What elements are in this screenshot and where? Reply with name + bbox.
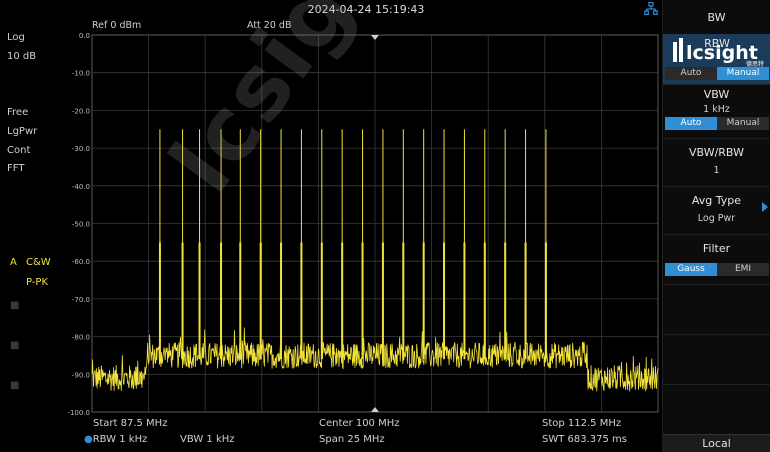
brand-logo: lcsight 德思特 <box>670 36 770 68</box>
filter-softkey[interactable]: Filter Gauss EMI <box>663 234 770 284</box>
local-button[interactable]: Local <box>663 434 770 452</box>
vbw-manual-option[interactable]: Manual <box>717 117 769 130</box>
avg-type-value: Log Pwr <box>697 213 736 224</box>
sweep-time[interactable]: SWT 683.375 ms <box>542 434 627 445</box>
empty-softkey-3[interactable] <box>663 384 770 434</box>
avg-type-label: Avg Type <box>691 194 742 207</box>
vbw-rbw-softkey[interactable]: VBW/RBW 1 <box>663 138 770 186</box>
center-freq[interactable]: Center 100 MHz <box>319 418 400 429</box>
y-tick-label: 0.0 <box>79 32 90 40</box>
y-tick-label: -70.0 <box>72 296 90 304</box>
y-tick-label: -80.0 <box>72 334 90 342</box>
start-freq[interactable]: Start 87.5 MHz <box>93 418 167 429</box>
spectrum-display[interactable]: 0.0 -10.0 -20.0 -30.0 -40.0 -50.0 -60.0 -70.0 -8… <box>0 20 662 452</box>
logo-mark-icon: lcsight 德思特 <box>673 38 764 68</box>
filter-toggle[interactable]: Gauss EMI <box>665 263 769 276</box>
vbw-label: VBW <box>703 88 730 101</box>
rbw-manual-option[interactable]: Manual <box>717 67 769 80</box>
vbw-readout[interactable]: VBW 1 kHz <box>180 434 235 445</box>
y-tick-label: -40.0 <box>72 183 90 191</box>
vbw-value: 1 kHz <box>703 104 730 115</box>
ratio-value: 1 <box>713 165 720 176</box>
y-tick-label: -30.0 <box>72 145 90 153</box>
rbw-readout[interactable]: ●RBW 1 kHz <box>84 434 147 445</box>
y-tick-label: -60.0 <box>72 258 90 266</box>
y-tick-label: -20.0 <box>72 107 90 115</box>
menu-title: BW <box>707 11 726 24</box>
empty-softkey-2[interactable] <box>663 334 770 384</box>
y-tick-label: -90.0 <box>72 371 90 379</box>
vbw-softkey[interactable]: VBW 1 kHz Auto Manual <box>663 84 770 138</box>
ratio-label: VBW/RBW <box>689 146 744 159</box>
y-tick-label: -50.0 <box>72 221 90 229</box>
y-tick-label: -100.0 <box>67 409 90 417</box>
submenu-arrow-icon <box>762 202 768 212</box>
y-tick-label: -10.0 <box>72 70 90 78</box>
filter-emi-option[interactable]: EMI <box>717 263 769 276</box>
empty-softkey-1[interactable] <box>663 284 770 334</box>
status-bar: 2024-04-24 15:19:43 <box>70 0 662 20</box>
rbw-auto-manual-toggle[interactable]: Auto Manual <box>665 67 769 80</box>
network-icon <box>644 2 658 16</box>
rbw-marker-icon: ● <box>84 434 93 445</box>
vbw-auto-manual-toggle[interactable]: Auto Manual <box>665 117 769 130</box>
rbw-auto-option[interactable]: Auto <box>665 67 717 80</box>
avg-type-softkey[interactable]: Avg Type Log Pwr <box>663 186 770 234</box>
span-readout[interactable]: Span 25 MHz <box>319 434 385 445</box>
logo-subtext: 德思特 <box>746 60 764 68</box>
stop-freq[interactable]: Stop 112.5 MHz <box>542 418 621 429</box>
vbw-auto-option[interactable]: Auto <box>665 117 717 130</box>
timestamp: 2024-04-24 15:19:43 <box>307 3 425 16</box>
filter-label: Filter <box>702 242 731 255</box>
filter-gauss-option[interactable]: Gauss <box>665 263 717 276</box>
spectrum-plot[interactable]: 0.0 -10.0 -20.0 -30.0 -40.0 -50.0 -60.0 -70.0 -8… <box>0 20 662 452</box>
